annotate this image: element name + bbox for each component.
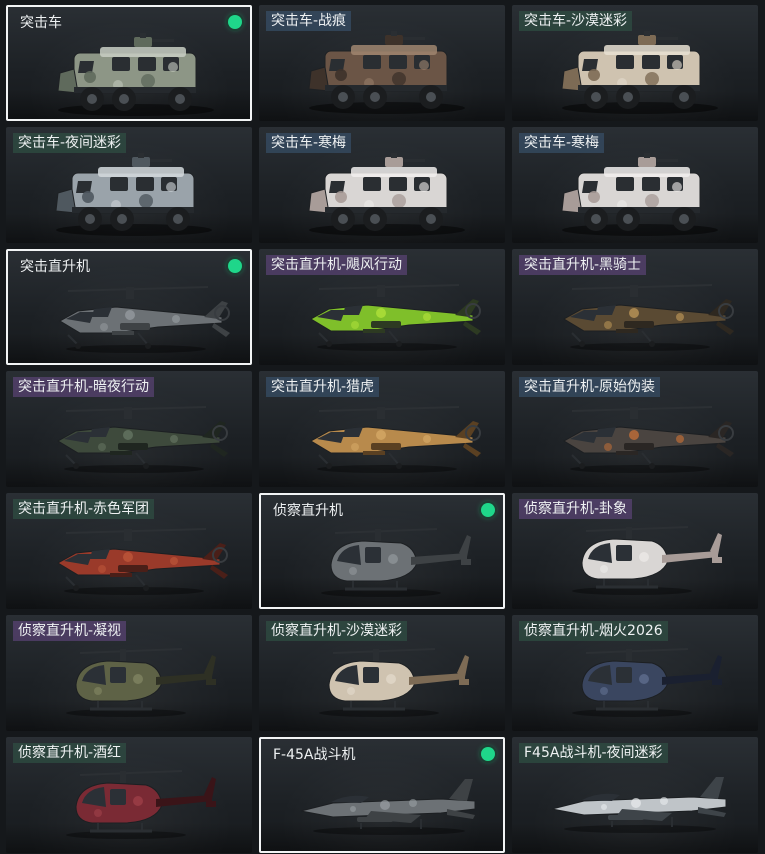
skin-name: 突击直升机-飓风行动: [266, 255, 408, 275]
skin-name: 侦察直升机-沙漠迷彩: [266, 621, 408, 641]
skin-card[interactable]: 侦察直升机-酒红: [6, 737, 252, 853]
equipped-dot-icon: [228, 259, 242, 273]
skin-card[interactable]: 突击直升机: [6, 249, 252, 365]
skin-name: F-45A战斗机: [273, 747, 356, 763]
skin-card[interactable]: 突击直升机-猎虎: [259, 371, 505, 487]
skin-card[interactable]: 突击车-寒梅: [259, 127, 505, 243]
skin-card[interactable]: 侦察直升机-凝视: [6, 615, 252, 731]
skin-card[interactable]: 突击车: [6, 5, 252, 121]
vehicle-skin-grid: 突击车 突击车-战痕 突击车-沙漠迷彩 突击车-夜间迷彩 突击车-寒梅 突击车-…: [0, 0, 765, 854]
skin-name: 突击车-寒梅: [266, 133, 352, 153]
skin-card[interactable]: 突击直升机-飓风行动: [259, 249, 505, 365]
skin-card[interactable]: F-45A战斗机: [259, 737, 505, 853]
equipped-dot-icon: [481, 747, 495, 761]
skin-card[interactable]: 侦察直升机-卦象: [512, 493, 758, 609]
skin-name: 突击车-战痕: [266, 11, 352, 31]
skin-card[interactable]: F45A战斗机-夜间迷彩: [512, 737, 758, 853]
skin-name: F45A战斗机-夜间迷彩: [519, 743, 668, 763]
skin-card[interactable]: 突击直升机-黑骑士: [512, 249, 758, 365]
skin-name: 突击直升机-黑骑士: [519, 255, 647, 275]
skin-name: 突击直升机-原始伪装: [519, 377, 661, 397]
skin-name: 突击车-沙漠迷彩: [519, 11, 633, 31]
skin-card[interactable]: 突击直升机-暗夜行动: [6, 371, 252, 487]
skin-name: 突击车-夜间迷彩: [13, 133, 127, 153]
skin-card[interactable]: 突击直升机-原始伪装: [512, 371, 758, 487]
skin-card[interactable]: 突击直升机-赤色军团: [6, 493, 252, 609]
skin-card[interactable]: 侦察直升机-烟火2026: [512, 615, 758, 731]
skin-name: 突击车: [20, 15, 62, 31]
skin-card[interactable]: 侦察直升机-沙漠迷彩: [259, 615, 505, 731]
equipped-dot-icon: [228, 15, 242, 29]
skin-card[interactable]: 突击车-沙漠迷彩: [512, 5, 758, 121]
equipped-dot-icon: [481, 503, 495, 517]
skin-card[interactable]: 突击车-夜间迷彩: [6, 127, 252, 243]
skin-name: 侦察直升机-酒红: [13, 743, 127, 763]
skin-card[interactable]: 突击车-战痕: [259, 5, 505, 121]
skin-name: 突击直升机-暗夜行动: [13, 377, 155, 397]
skin-name: 侦察直升机-烟火2026: [519, 621, 668, 641]
skin-card[interactable]: 侦察直升机: [259, 493, 505, 609]
skin-card[interactable]: 突击车-寒梅: [512, 127, 758, 243]
skin-name: 侦察直升机-卦象: [519, 499, 633, 519]
skin-name: 突击直升机-赤色军团: [13, 499, 155, 519]
skin-name: 侦察直升机-凝视: [13, 621, 127, 641]
skin-name: 突击车-寒梅: [519, 133, 605, 153]
skin-name: 侦察直升机: [273, 503, 343, 519]
skin-name: 突击直升机: [20, 259, 90, 275]
skin-name: 突击直升机-猎虎: [266, 377, 380, 397]
